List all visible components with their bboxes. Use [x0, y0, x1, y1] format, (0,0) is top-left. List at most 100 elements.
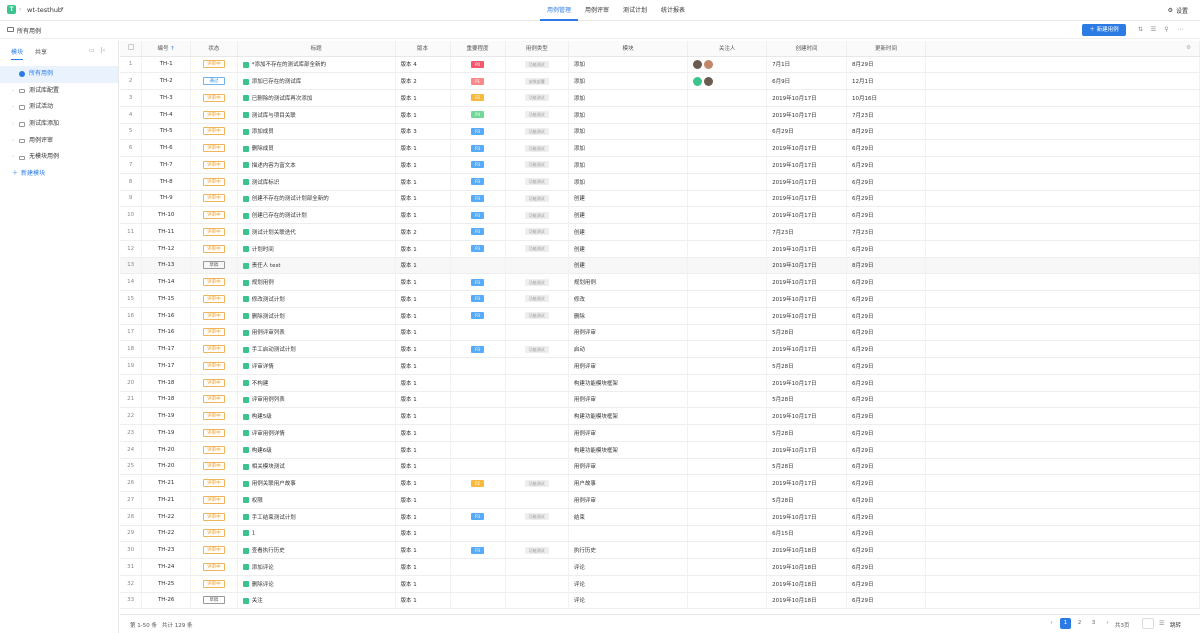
app-logo-icon[interactable]: T [7, 5, 16, 14]
case-title[interactable]: 手工启动测试计划 [252, 347, 296, 353]
tab-case-management[interactable]: 用例管理 [540, 0, 579, 21]
status-badge[interactable]: 评审中 [202, 479, 225, 488]
caret-right-icon[interactable]: › [12, 99, 19, 116]
table-row[interactable]: 14 TH-14 评审中 规划用例 版本 1 P3 功能测试 规划用例 2019年10月17日 6… [120, 273, 1200, 291]
status-badge[interactable]: 评审中 [202, 445, 225, 454]
table-row[interactable]: 5 TH-5 评审中 添加成员 版本 3 P3 功能测试 添加 6月29日 8月29日 [120, 123, 1200, 141]
table-row[interactable]: 16 TH-16 评审中 删除测试计划 版本 1 P3 功能测试 删除 2019年10月17日 6… [120, 307, 1200, 325]
table-row[interactable]: 15 TH-15 评审中 修改测试计划 版本 1 P3 功能测试 修改 2019年10月17日 6… [120, 290, 1200, 308]
table-row[interactable]: 8 TH-8 评审中 测试库标识 版本 1 P3 功能测试 添加 2019年10月17日 6月29… [120, 173, 1200, 191]
tab-test-plan[interactable]: 测试计划 [616, 0, 654, 21]
status-badge[interactable]: 评审中 [202, 110, 225, 119]
case-title[interactable]: 添加评论 [252, 565, 274, 571]
next-page-icon[interactable]: › [1102, 618, 1113, 629]
status-badge[interactable]: 评审中 [202, 412, 225, 421]
table-row[interactable]: 22 TH-19 评审中 构建5级 版本 1 构建功能模块框架 2019年10月17日 6月2… [120, 407, 1200, 425]
case-title[interactable]: 不构建 [252, 381, 269, 387]
case-title[interactable]: 手工结束测试计划 [252, 515, 296, 521]
case-title[interactable]: 评审详情 [252, 364, 274, 370]
status-badge[interactable]: 评审中 [202, 378, 225, 387]
case-title[interactable]: 1 [252, 531, 256, 537]
case-title[interactable]: 已删除的测试库再次添加 [252, 96, 313, 102]
status-badge[interactable]: 评审中 [202, 294, 225, 303]
caret-right-icon[interactable]: › [12, 149, 19, 166]
case-title[interactable]: 构建5级 [252, 414, 272, 420]
case-title[interactable]: 用例评审列表 [252, 330, 285, 336]
status-badge[interactable]: 评审中 [202, 328, 225, 337]
case-title[interactable]: 相关模块测试 [252, 464, 285, 470]
sidebar-item[interactable]: ＋新建模块 [0, 166, 118, 183]
table-row[interactable]: 10 TH-10 评审中 创建已存在的测试计划 版本 1 P3 功能测试 创建 2019年10月… [120, 206, 1200, 224]
new-case-button[interactable]: ＋ 新建用例 [1082, 24, 1126, 36]
col-version[interactable]: 版本 [395, 41, 451, 57]
table-row[interactable]: 21 TH-18 评审中 评审用例列表 版本 1 用例评审 5月28日 6月29日 [120, 391, 1200, 409]
settings-button[interactable]: ⚙ 设置 [1168, 6, 1188, 15]
table-row[interactable]: 20 TH-18 评审中 不构建 版本 1 构建功能模块框架 2019年10月17日 6月29… [120, 374, 1200, 392]
table-row[interactable]: 6 TH-6 评审中 删除成员 版本 1 P3 功能测试 添加 2019年10月17日 6月29日 [120, 139, 1200, 157]
avatar[interactable] [704, 76, 714, 86]
table-row[interactable]: 11 TH-11 评审中 测试计划关联迭代 版本 2 P3 功能测试 创建 7月23日 7月23日 [120, 223, 1200, 241]
status-badge[interactable]: 评审中 [202, 160, 225, 169]
status-badge[interactable]: 评审中 [202, 512, 225, 521]
sidebar-item[interactable]: › 用例评审 [0, 133, 118, 150]
sidebar-item[interactable]: › 测试库添加 [0, 116, 118, 133]
table-row[interactable]: 30 TH-23 评审中 查看执行历史 版本 1 P3 功能测试 执行历史 2019年10月18… [120, 541, 1200, 559]
project-name[interactable]: wt-testhub [27, 6, 62, 14]
status-badge[interactable]: 评审中 [202, 345, 225, 354]
page-3[interactable]: 3 [1088, 618, 1099, 629]
avatar[interactable] [693, 76, 703, 86]
col-created[interactable]: 创建时间 [766, 41, 848, 57]
table-row[interactable]: 3 TH-3 评审中 已删除的测试库再次添加 版本 1 P2 功能测试 添加 2019年10月1… [120, 89, 1200, 107]
case-title[interactable]: 构建6级 [252, 448, 272, 454]
status-badge[interactable]: 评审中 [202, 227, 225, 236]
status-badge[interactable]: 评审中 [202, 428, 225, 437]
sidebar-tab-modules[interactable]: 模块 [11, 47, 24, 60]
table-row[interactable]: 4 TH-4 评审中 测试库与项目关联 版本 1 P4 功能测试 添加 2019年10月17日 7… [120, 106, 1200, 124]
collapse-icon[interactable]: |‹ [101, 47, 105, 54]
table-row[interactable]: 2 TH-2 通过 添加已存在的测试库 版本 2 P1 安装部署 添加 6月9日 12月1日 [120, 72, 1200, 90]
case-title[interactable]: 添加已存在的测试库 [252, 79, 302, 85]
case-title[interactable]: 规划用例 [252, 280, 274, 286]
table-row[interactable]: 32 TH-25 评审中 删除评论 版本 1 评论 2019年10月18日 6月29日 [120, 575, 1200, 593]
status-badge[interactable]: 评审中 [202, 211, 225, 220]
page-size-icon[interactable]: ☰ [1159, 620, 1164, 627]
tab-reports[interactable]: 统计报表 [654, 0, 692, 21]
avatar[interactable] [704, 59, 714, 69]
case-title[interactable]: 计划时间 [252, 247, 274, 253]
status-badge[interactable]: 评审中 [202, 278, 225, 287]
more-icon[interactable]: ⋯ [1177, 26, 1184, 33]
case-title[interactable]: 责任人 test [252, 263, 281, 269]
col-followers[interactable]: 关注人 [687, 41, 768, 57]
status-badge[interactable]: 通过 [202, 77, 225, 86]
caret-right-icon[interactable]: › [12, 83, 19, 100]
caret-right-icon[interactable]: › [12, 116, 19, 133]
case-title[interactable]: 查看执行历史 [252, 548, 285, 554]
status-badge[interactable]: 评审中 [202, 144, 225, 153]
table-row[interactable]: 31 TH-24 评审中 添加评论 版本 1 评论 2019年10月18日 6月29日 [120, 558, 1200, 576]
select-all-checkbox[interactable] [120, 41, 143, 57]
table-row[interactable]: 19 TH-17 评审中 评审详情 版本 1 用例评审 5月28日 6月29日 [120, 357, 1200, 375]
col-updated[interactable]: 更新时间 [846, 41, 926, 57]
table-row[interactable]: 33 TH-26 草稿 关注 版本 1 评论 2019年10月18日 6月29日 [120, 592, 1200, 610]
case-title[interactable]: 关注 [252, 598, 263, 604]
sidebar-item[interactable]: › 测试活动 [0, 99, 118, 116]
jump-button[interactable]: 跳转 [1170, 621, 1181, 629]
status-badge[interactable]: 草稿 [202, 596, 225, 605]
status-badge[interactable]: 草稿 [202, 261, 225, 270]
jump-page-input[interactable] [1142, 618, 1154, 629]
status-badge[interactable]: 评审中 [202, 462, 225, 471]
case-title[interactable]: 删除评论 [252, 582, 274, 588]
status-badge[interactable]: 评审中 [202, 579, 225, 588]
avatar[interactable] [693, 59, 703, 69]
case-title[interactable]: 评审用例详情 [252, 431, 285, 437]
column-settings[interactable]: ⚙ [925, 41, 1200, 57]
status-badge[interactable]: 评审中 [202, 60, 225, 69]
table-row[interactable]: 7 TH-7 评审中 描述内容为富文本 版本 1 P3 功能测试 添加 2019年10月17日 6… [120, 156, 1200, 174]
table-row[interactable]: 27 TH-21 评审中 权限 版本 1 用例评审 5月28日 6月29日 [120, 491, 1200, 509]
sidebar-item[interactable]: 所有用例 [0, 66, 118, 83]
status-badge[interactable]: 评审中 [202, 127, 225, 136]
case-title[interactable]: *添加不存在的测试库部全新的 [252, 62, 326, 68]
chevron-down-icon[interactable]: ▾ [61, 6, 64, 12]
col-module[interactable]: 模块 [568, 41, 689, 57]
status-badge[interactable]: 评审中 [202, 529, 225, 538]
